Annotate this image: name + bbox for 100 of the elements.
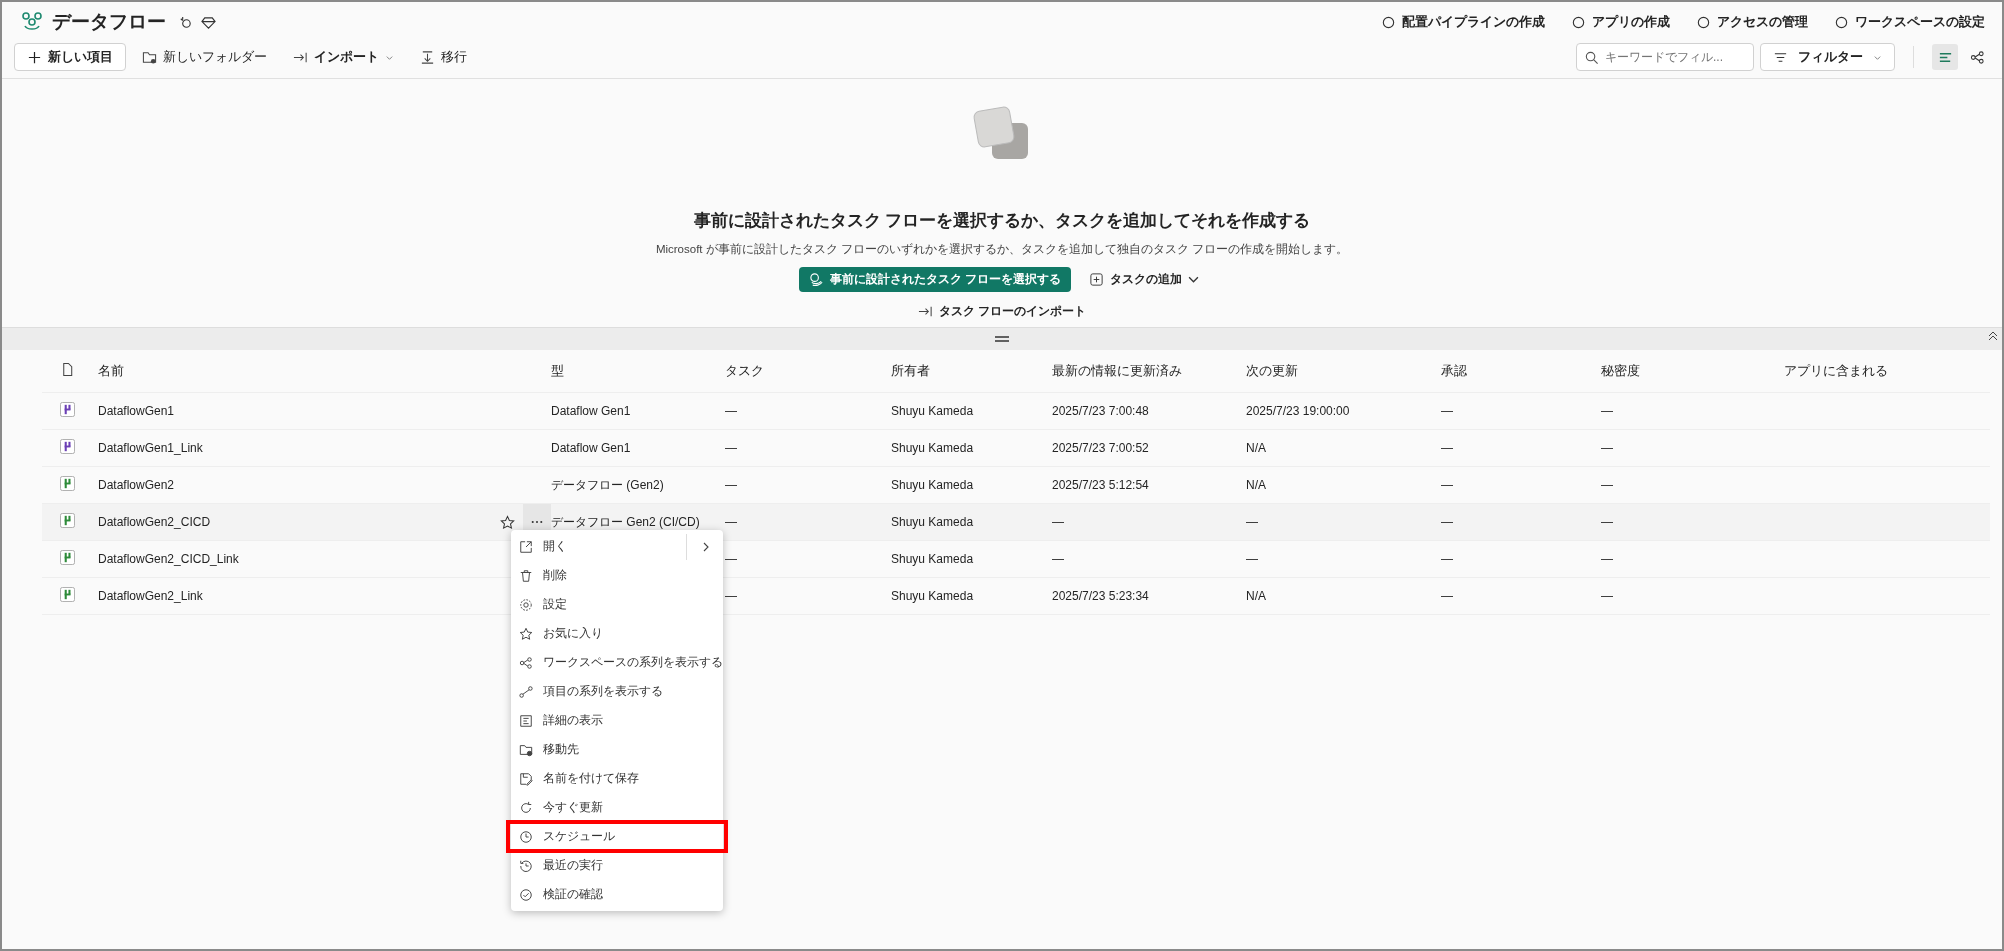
item-name-link[interactable]: DataflowGen2: [98, 478, 175, 492]
add-task-button[interactable]: タスクの追加: [1083, 267, 1206, 292]
menu-item[interactable]: 項目の系列を表示する: [511, 677, 723, 706]
hero-heading: 事前に設計されたタスク フローを選択するか、タスクを追加してそれを作成する: [693, 210, 1311, 232]
table-cell: N/A: [1246, 441, 1266, 455]
item-name-link[interactable]: DataflowGen1_Link: [98, 441, 203, 455]
table-cell: —: [1441, 478, 1453, 492]
new-item-button[interactable]: 新しい項目: [14, 43, 126, 71]
collapse-icon[interactable]: [1988, 331, 1998, 341]
table-cell: —: [725, 552, 737, 566]
table-cell: 2025/7/23 7:00:48: [1052, 404, 1149, 418]
import-button[interactable]: インポート: [283, 43, 404, 71]
column-header[interactable]: 次の更新: [1246, 363, 1298, 378]
new-folder-button[interactable]: 新しいフォルダー: [132, 43, 277, 71]
header-action[interactable]: アプリの作成: [1566, 13, 1675, 31]
item-name-link[interactable]: DataflowGen2_CICD_Link: [98, 552, 239, 566]
item-name-link[interactable]: DataflowGen1: [98, 404, 175, 418]
table-cell: 2025/7/23 7:00:52: [1052, 441, 1149, 455]
column-header[interactable]: 承認: [1441, 363, 1467, 378]
table-cell: —: [1052, 552, 1064, 566]
column-header[interactable]: 最新の情報に更新済み: [1052, 363, 1182, 378]
menu-item[interactable]: 検証の確認: [511, 880, 723, 909]
menu-item[interactable]: お気に入り: [511, 619, 723, 648]
search-icon: [1584, 50, 1599, 65]
details-icon: [519, 713, 533, 728]
column-header[interactable]: アプリに含まれる: [1784, 363, 1888, 378]
migrate-button[interactable]: 移行: [410, 43, 477, 71]
table-cell: —: [1052, 515, 1064, 529]
coins-icon: [808, 272, 824, 287]
menu-item[interactable]: 開く: [511, 532, 723, 561]
clock-icon: [519, 829, 533, 844]
menu-item[interactable]: スケジュール: [508, 822, 726, 851]
item-name-link[interactable]: DataflowGen2_CICD: [98, 515, 211, 529]
column-header[interactable]: 型: [551, 363, 564, 378]
import-task-flow-link[interactable]: タスク フローのインポート: [911, 302, 1093, 321]
check-icon: [519, 887, 533, 902]
dataflow-icon: [60, 587, 75, 602]
menu-item[interactable]: 詳細の表示: [511, 706, 723, 735]
header-action[interactable]: 配置パイプラインの作成: [1376, 13, 1550, 31]
open-icon: [519, 539, 533, 554]
table-cell: Shuyu Kameda: [891, 589, 974, 603]
table-cell: 2025/7/23 5:23:34: [1052, 589, 1149, 603]
table-cell: —: [725, 589, 737, 603]
lineage-icon: [519, 655, 533, 670]
menu-item[interactable]: ワークスペースの系列を表示する: [511, 648, 723, 677]
table-cell: Shuyu Kameda: [891, 441, 974, 455]
filter-button[interactable]: フィルター: [1760, 43, 1895, 71]
download-icon: [420, 49, 435, 65]
column-header[interactable]: タスク: [725, 363, 764, 378]
table-cell: Dataflow Gen1: [551, 441, 631, 455]
diamond-icon: [201, 14, 216, 30]
search-field[interactable]: キーワードでフィル...: [1576, 43, 1754, 71]
table-cell: —: [1601, 552, 1613, 566]
table-cell: —: [1601, 478, 1613, 492]
history-icon: [519, 858, 533, 873]
star-icon[interactable]: [500, 514, 515, 530]
menu-item[interactable]: 移動先: [511, 735, 723, 764]
dataflow-icon: [60, 402, 75, 417]
item-name-link[interactable]: DataflowGen2_Link: [98, 589, 203, 603]
column-header[interactable]: 名前: [98, 363, 124, 378]
menu-item[interactable]: 削除: [511, 561, 723, 590]
menu-item[interactable]: 名前を付けて保存: [511, 764, 723, 793]
dataflow-icon: [60, 513, 75, 528]
table-cell: データフロー (Gen2): [551, 477, 664, 492]
list-view-button[interactable]: [1932, 44, 1958, 70]
grip-icon[interactable]: [995, 336, 1009, 342]
header-action[interactable]: アクセスの管理: [1691, 13, 1813, 31]
column-header[interactable]: 秘密度: [1601, 363, 1640, 378]
menu-item[interactable]: 今すぐ更新: [511, 793, 723, 822]
lineage-icon: [1969, 49, 1985, 65]
table-cell: Shuyu Kameda: [891, 404, 974, 418]
table-cell: —: [725, 515, 737, 529]
table-cell: 2025/7/23 5:12:54: [1052, 478, 1149, 492]
header-action[interactable]: ワークスペースの設定: [1829, 13, 1990, 31]
save-icon: [519, 771, 533, 786]
table-cell: —: [725, 441, 737, 455]
table-cell: Shuyu Kameda: [891, 478, 974, 492]
table-cell: —: [1601, 404, 1613, 418]
nodes-icon: [519, 684, 533, 699]
table-cell: Shuyu Kameda: [891, 515, 974, 529]
dataflow-icon: [60, 550, 75, 565]
table-cell: —: [1441, 515, 1453, 529]
table-cell: —: [1441, 552, 1453, 566]
import-arrow-icon: [917, 304, 933, 319]
table-cell: N/A: [1246, 478, 1266, 492]
table-cell: —: [1601, 515, 1613, 529]
dataflow-icon: [60, 476, 75, 491]
table-cell: —: [725, 404, 737, 418]
folder-icon: [142, 49, 157, 65]
table-cell: Shuyu Kameda: [891, 552, 974, 566]
menu-item[interactable]: 最近の実行: [511, 851, 723, 880]
menu-item[interactable]: 設定: [511, 590, 723, 619]
chevron-down-icon: [1188, 274, 1200, 285]
delete-icon: [519, 568, 533, 583]
select-task-flow-button[interactable]: 事前に設計されたタスク フローを選択する: [798, 267, 1072, 292]
workspace-title: データフロー: [52, 10, 166, 34]
column-header[interactable]: 所有者: [891, 363, 930, 378]
table-cell: —: [1246, 552, 1258, 566]
table-cell: —: [725, 478, 737, 492]
badge-icon: [178, 14, 193, 30]
